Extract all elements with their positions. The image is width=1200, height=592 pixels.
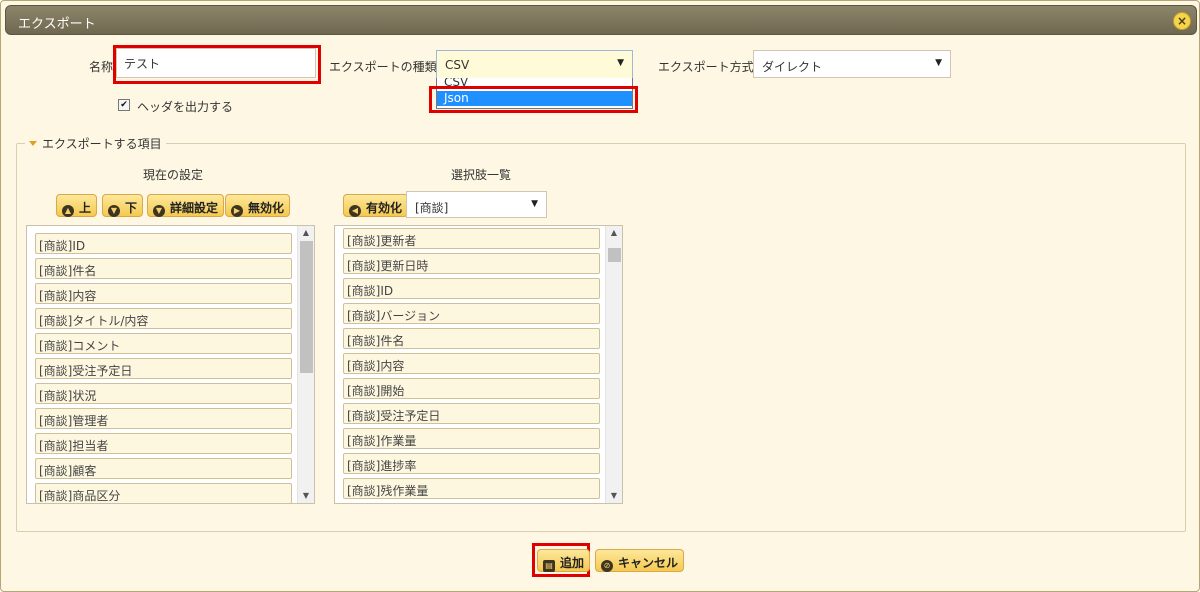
export-items-legend[interactable]: エクスポートする項目 bbox=[25, 135, 166, 152]
current-items-container: [商談]ID [商談]件名 [商談]内容 [商談]タイトル/内容 [商談]コメント [商談… bbox=[35, 233, 292, 503]
disable-button[interactable]: ▶ 無効化 bbox=[225, 194, 291, 217]
legend-label: エクスポートする項目 bbox=[42, 137, 162, 151]
move-down-button[interactable]: ▼ 下 bbox=[102, 194, 144, 217]
enable-button[interactable]: ◀ 有効化 bbox=[343, 194, 409, 217]
list-item[interactable]: [商談]開始 bbox=[343, 378, 600, 399]
current-settings-heading: 現在の設定 bbox=[143, 168, 204, 182]
chevron-down-icon: ▼ bbox=[617, 58, 624, 68]
arrow-right-icon: ▶ bbox=[231, 205, 243, 217]
type-selected-value: CSV bbox=[445, 58, 470, 72]
scrollbar-thumb[interactable] bbox=[608, 248, 621, 262]
scroll-down-icon[interactable]: ▼ bbox=[298, 489, 314, 503]
arrow-left-icon: ◀ bbox=[349, 205, 361, 217]
list-item[interactable]: [商談]受注予定日 bbox=[35, 358, 292, 379]
method-label: エクスポート方式 bbox=[658, 60, 754, 74]
arrow-down-icon: ▼ bbox=[108, 205, 120, 217]
chevron-down-icon: ▼ bbox=[935, 58, 942, 68]
detail-settings-button[interactable]: ▼ 詳細設定 bbox=[147, 194, 225, 217]
list-item[interactable]: [商談]顧客 bbox=[35, 458, 292, 479]
method-select[interactable]: ダイレクト ▼ bbox=[753, 50, 951, 78]
arrow-up-icon: ▲ bbox=[62, 205, 74, 217]
chevron-down-icon: ▼ bbox=[531, 199, 538, 209]
choices-heading: 選択肢一覧 bbox=[451, 168, 512, 182]
choice-items-list[interactable]: [商談]更新者 [商談]更新日時 [商談]ID [商談]バージョン [商談]件名 [商談]… bbox=[334, 225, 623, 504]
list-item[interactable]: [商談]状況 bbox=[35, 383, 292, 404]
list-item[interactable]: [商談]内容 bbox=[35, 283, 292, 304]
list-item[interactable]: [商談]受注予定日 bbox=[343, 403, 600, 424]
category-selected-value: [商談] bbox=[415, 201, 449, 215]
choice-list-scrollbar[interactable]: ▲ ▼ bbox=[605, 226, 622, 503]
json-option-highlight bbox=[429, 86, 638, 113]
arrow-down-icon: ▼ bbox=[153, 205, 165, 217]
header-checkbox-label[interactable]: ヘッダを出力する bbox=[137, 98, 233, 115]
list-item[interactable]: [商談]作業量 bbox=[343, 428, 600, 449]
move-up-button[interactable]: ▲ 上 bbox=[56, 194, 98, 217]
list-item[interactable]: [商談]担当者 bbox=[35, 433, 292, 454]
list-item[interactable]: [商談]件名 bbox=[35, 258, 292, 279]
list-item[interactable]: [商談]コメント bbox=[35, 333, 292, 354]
dialog-titlebar[interactable]: エクスポート × bbox=[5, 5, 1197, 35]
method-selected-value: ダイレクト bbox=[762, 60, 823, 74]
category-select[interactable]: [商談] ▼ bbox=[406, 191, 547, 218]
list-item[interactable]: [商談]管理者 bbox=[35, 408, 292, 429]
list-item[interactable]: [商談]バージョン bbox=[343, 303, 600, 324]
cancel-button[interactable]: ⊘ キャンセル bbox=[595, 549, 685, 572]
scroll-up-icon[interactable]: ▲ bbox=[606, 226, 622, 240]
list-item[interactable]: [商談]タイトル/内容 bbox=[35, 308, 292, 329]
export-dialog: エクスポート × 名称 エクスポートの種類 CSV ▼ CSV Json エクス… bbox=[0, 0, 1200, 592]
current-items-list[interactable]: [商談]ID [商談]件名 [商談]内容 [商談]タイトル/内容 [商談]コメント [商談… bbox=[26, 225, 315, 504]
list-item[interactable]: [商談]商品区分 bbox=[35, 483, 292, 503]
name-input[interactable] bbox=[116, 48, 316, 78]
close-icon[interactable]: × bbox=[1173, 12, 1191, 30]
dialog-title: エクスポート bbox=[18, 17, 96, 32]
scroll-down-icon[interactable]: ▼ bbox=[606, 489, 622, 503]
name-label: 名称 bbox=[89, 60, 114, 74]
cancel-icon: ⊘ bbox=[601, 560, 613, 572]
scroll-up-icon[interactable]: ▲ bbox=[298, 226, 314, 240]
add-button[interactable]: ▤ 追加 bbox=[537, 549, 591, 572]
choice-items-container: [商談]更新者 [商談]更新日時 [商談]ID [商談]バージョン [商談]件名 [商談]… bbox=[343, 228, 600, 503]
scrollbar-thumb[interactable] bbox=[300, 241, 313, 373]
header-checkbox[interactable]: ✔ bbox=[118, 99, 130, 111]
list-item[interactable]: [商談]更新者 bbox=[343, 228, 600, 249]
list-item[interactable]: [商談]ID bbox=[343, 278, 600, 299]
list-item[interactable]: [商談]更新日時 bbox=[343, 253, 600, 274]
list-item[interactable]: [商談]残作業量 bbox=[343, 478, 600, 499]
collapse-triangle-icon bbox=[29, 141, 37, 146]
list-item[interactable]: [商談]ID bbox=[35, 233, 292, 254]
list-item[interactable]: [商談]内容 bbox=[343, 353, 600, 374]
list-item[interactable]: [商談]件名 bbox=[343, 328, 600, 349]
current-list-scrollbar[interactable]: ▲ ▼ bbox=[297, 226, 314, 503]
type-label: エクスポートの種類 bbox=[329, 60, 437, 74]
type-select[interactable]: CSV ▼ bbox=[436, 50, 633, 79]
list-item[interactable]: [商談]進捗率 bbox=[343, 453, 600, 474]
save-icon: ▤ bbox=[543, 560, 555, 572]
